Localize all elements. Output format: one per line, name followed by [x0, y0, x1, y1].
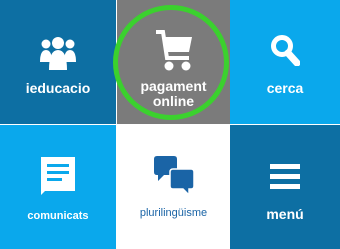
document-icon	[41, 157, 75, 195]
shopping-cart-icon	[155, 30, 192, 71]
speech-bubbles-icon	[153, 156, 195, 197]
online-label: online	[152, 93, 195, 109]
pagament-online-tile[interactable]: pagament online	[117, 0, 230, 124]
search-icon	[271, 35, 300, 66]
ieducacio-label: ieducacio	[25, 80, 91, 96]
cerca-label: cerca	[266, 80, 304, 96]
menu-tile[interactable]: menú	[230, 125, 340, 249]
comunicats-tile[interactable]: comunicats	[0, 125, 116, 249]
pagament-label: pagament	[140, 78, 207, 94]
plurilinguisme-tile[interactable]: plurilingüisme	[117, 125, 230, 249]
ieducacio-tile[interactable]: ieducacio	[0, 0, 116, 124]
comunicats-label: comunicats	[27, 210, 89, 222]
users-group-icon	[40, 37, 76, 70]
quick-access-grid: ieducacio pagament online cerca comunica…	[0, 0, 340, 249]
hamburger-menu-icon	[270, 164, 300, 189]
menu-label: menú	[266, 206, 304, 222]
plurilinguisme-label: plurilingüisme	[139, 207, 208, 219]
cerca-tile[interactable]: cerca	[230, 0, 340, 124]
